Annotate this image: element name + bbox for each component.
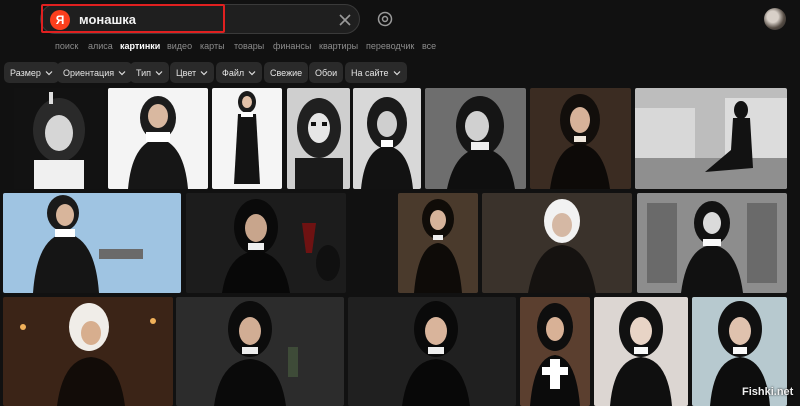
chevron-down-icon: [155, 70, 163, 75]
result-image[interactable]: [530, 88, 631, 189]
image-results-grid: [0, 88, 800, 406]
filter-label: Тип: [136, 67, 152, 78]
yandex-logo[interactable]: Я: [50, 10, 70, 30]
watermark: Fishki.net: [742, 386, 794, 398]
filter-bar: Размер Ориентация Тип Цвет Файл Свежие О…: [0, 62, 800, 84]
chevron-down-icon: [45, 70, 53, 75]
tab-realty[interactable]: квартиры: [319, 41, 358, 51]
result-image[interactable]: [14, 88, 104, 189]
filter-size[interactable]: Размер: [4, 62, 59, 83]
result-image[interactable]: [637, 193, 787, 293]
result-image[interactable]: [594, 297, 688, 406]
filter-fresh[interactable]: Свежие: [264, 62, 309, 83]
filter-wallpapers[interactable]: Обои: [309, 62, 344, 83]
tab-finance[interactable]: финансы: [273, 41, 311, 51]
result-image[interactable]: [353, 88, 421, 189]
search-box[interactable]: Я монашка: [40, 4, 360, 34]
chevron-down-icon: [248, 70, 256, 75]
result-image[interactable]: [287, 88, 350, 189]
chevron-down-icon: [118, 70, 126, 75]
top-bar: Я монашка: [0, 0, 800, 38]
tab-video[interactable]: видео: [167, 41, 192, 51]
chevron-down-icon: [200, 70, 208, 75]
result-image[interactable]: [108, 88, 208, 189]
camera-icon[interactable]: [376, 10, 394, 28]
filter-file[interactable]: Файл: [216, 62, 263, 83]
result-image[interactable]: [520, 297, 590, 406]
filter-label: Размер: [10, 67, 41, 78]
result-image[interactable]: [425, 88, 526, 189]
filter-label: Файл: [222, 67, 245, 78]
filter-orientation[interactable]: Ориентация: [57, 62, 133, 83]
tab-alice[interactable]: алиса: [88, 41, 113, 51]
avatar[interactable]: [764, 8, 786, 30]
tab-images[interactable]: картинки: [120, 41, 160, 51]
filter-label: Обои: [315, 67, 338, 78]
result-image[interactable]: [3, 297, 173, 406]
search-input[interactable]: монашка: [79, 12, 136, 27]
filter-label: Ориентация: [63, 67, 115, 78]
clear-icon[interactable]: [335, 10, 355, 30]
filter-on-site[interactable]: На сайте: [345, 62, 407, 83]
result-image[interactable]: [3, 193, 181, 293]
result-image[interactable]: [176, 297, 344, 406]
result-image[interactable]: [348, 297, 516, 406]
result-image[interactable]: [186, 193, 346, 293]
filter-type[interactable]: Тип: [130, 62, 170, 83]
result-image[interactable]: [482, 193, 632, 293]
tab-search[interactable]: поиск: [55, 41, 78, 51]
result-image[interactable]: [212, 88, 282, 189]
tab-translator[interactable]: переводчик: [366, 41, 414, 51]
filter-label: Цвет: [176, 67, 197, 78]
filter-label: Свежие: [270, 67, 303, 78]
result-image[interactable]: [635, 88, 787, 189]
service-tabs: поиск алиса картинки видео карты товары …: [0, 38, 800, 56]
tab-goods[interactable]: товары: [234, 41, 264, 51]
filter-label: На сайте: [351, 67, 389, 78]
tab-maps[interactable]: карты: [200, 41, 225, 51]
tab-all[interactable]: все: [422, 41, 436, 51]
filter-color[interactable]: Цвет: [170, 62, 215, 83]
result-image[interactable]: [398, 193, 478, 293]
chevron-down-icon: [393, 70, 401, 75]
